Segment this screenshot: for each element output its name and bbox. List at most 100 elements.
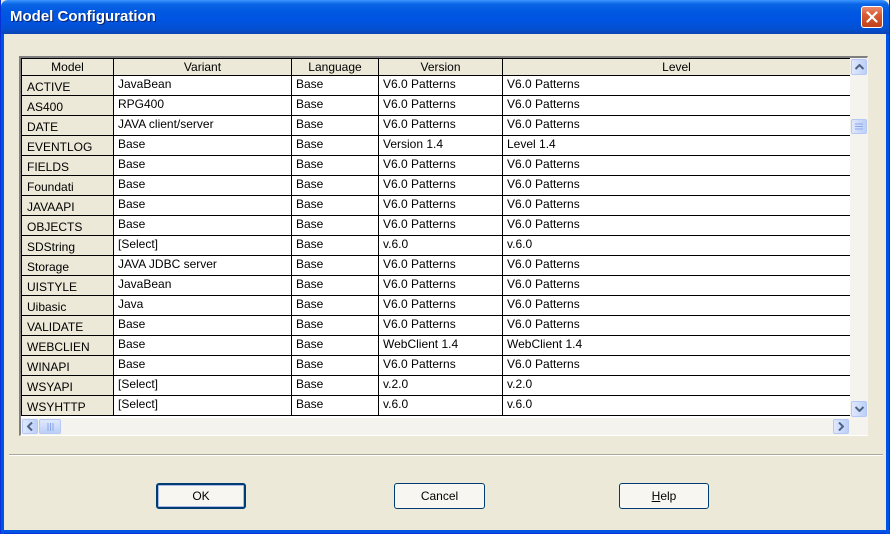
cell-version[interactable]: v.2.0 bbox=[378, 375, 503, 396]
cell-level[interactable]: V6.0 Patterns bbox=[502, 95, 851, 116]
cell-language[interactable]: Base bbox=[291, 155, 379, 176]
table-row[interactable]: Storage JAVA JDBC server Base V6.0 Patterns… bbox=[21, 255, 851, 276]
cell-level[interactable]: v.6.0 bbox=[502, 235, 851, 256]
cell-level[interactable]: V6.0 Patterns bbox=[502, 355, 851, 376]
cell-variant[interactable]: JavaBean bbox=[113, 275, 292, 296]
table-row[interactable]: WINAPI Base Base V6.0 Patterns V6.0 Patterns bbox=[21, 355, 851, 376]
cell-level[interactable]: V6.0 Patterns bbox=[502, 75, 851, 96]
cell-language[interactable]: Base bbox=[291, 355, 379, 376]
cell-variant[interactable]: [Select] bbox=[113, 235, 292, 256]
cell-language[interactable]: Base bbox=[291, 275, 379, 296]
cell-model[interactable]: DATE bbox=[21, 115, 114, 136]
cell-variant[interactable]: Base bbox=[113, 355, 292, 376]
table-row[interactable]: WSYAPI [Select] Base v.2.0 v.2.0 bbox=[21, 375, 851, 396]
cell-language[interactable]: Base bbox=[291, 335, 379, 356]
cell-level[interactable]: V6.0 Patterns bbox=[502, 215, 851, 236]
cell-variant[interactable]: Base bbox=[113, 215, 292, 236]
column-header-level[interactable]: Level bbox=[502, 58, 851, 76]
cell-version[interactable]: V6.0 Patterns bbox=[378, 175, 503, 196]
cell-variant[interactable]: Base bbox=[113, 175, 292, 196]
cell-level[interactable]: Level 1.4 bbox=[502, 135, 851, 156]
help-button[interactable]: Help bbox=[619, 483, 709, 509]
cell-language[interactable]: Base bbox=[291, 95, 379, 116]
horizontal-scrollbar[interactable] bbox=[21, 418, 868, 435]
table-row[interactable]: SDString [Select] Base v.6.0 v.6.0 bbox=[21, 235, 851, 256]
table-row[interactable]: AS400 RPG400 Base V6.0 Patterns V6.0 Pattern… bbox=[21, 95, 851, 116]
model-grid[interactable]: Model Variant Language Version Level ACT… bbox=[19, 56, 868, 436]
scroll-up-button[interactable] bbox=[851, 59, 867, 75]
vertical-scrollbar[interactable] bbox=[850, 58, 868, 418]
cancel-button[interactable]: Cancel bbox=[394, 483, 485, 509]
cell-model[interactable]: FIELDS bbox=[21, 155, 114, 176]
ok-button[interactable]: OK bbox=[156, 483, 246, 509]
cell-version[interactable]: V6.0 Patterns bbox=[378, 275, 503, 296]
cell-language[interactable]: Base bbox=[291, 195, 379, 216]
cell-level[interactable]: V6.0 Patterns bbox=[502, 195, 851, 216]
cell-level[interactable]: V6.0 Patterns bbox=[502, 275, 851, 296]
cell-version[interactable]: V6.0 Patterns bbox=[378, 255, 503, 276]
table-row[interactable]: UISTYLE JavaBean Base V6.0 Patterns V6.0 Pat… bbox=[21, 275, 851, 296]
close-button[interactable] bbox=[861, 6, 883, 28]
cell-version[interactable]: V6.0 Patterns bbox=[378, 315, 503, 336]
cell-variant[interactable]: [Select] bbox=[113, 395, 292, 416]
cell-model[interactable]: VALIDATE bbox=[21, 315, 114, 336]
cell-variant[interactable]: JAVA JDBC server bbox=[113, 255, 292, 276]
cell-version[interactable]: V6.0 Patterns bbox=[378, 75, 503, 96]
cell-model[interactable]: WSYAPI bbox=[21, 375, 114, 396]
cell-level[interactable]: V6.0 Patterns bbox=[502, 115, 851, 136]
table-row[interactable]: EVENTLOG Base Base Version 1.4 Level 1.4 bbox=[21, 135, 851, 156]
cell-variant[interactable]: [Select] bbox=[113, 375, 292, 396]
table-row[interactable]: OBJECTS Base Base V6.0 Patterns V6.0 Pattern… bbox=[21, 215, 851, 236]
cell-model[interactable]: Foundati bbox=[21, 175, 114, 196]
title-bar[interactable]: Model Configuration bbox=[1, 0, 889, 34]
cell-version[interactable]: v.6.0 bbox=[378, 235, 503, 256]
cell-version[interactable]: v.6.0 bbox=[378, 395, 503, 416]
cell-language[interactable]: Base bbox=[291, 395, 379, 416]
cell-model[interactable]: WEBCLIEN bbox=[21, 335, 114, 356]
table-row[interactable]: Uibasic Java Base V6.0 Patterns V6.0 Pattern… bbox=[21, 295, 851, 316]
cell-model[interactable]: JAVAAPI bbox=[21, 195, 114, 216]
vertical-scroll-thumb[interactable] bbox=[851, 119, 867, 134]
cell-language[interactable]: Base bbox=[291, 75, 379, 96]
cell-level[interactable]: V6.0 Patterns bbox=[502, 295, 851, 316]
cell-level[interactable]: V6.0 Patterns bbox=[502, 155, 851, 176]
cell-variant[interactable]: JavaBean bbox=[113, 75, 292, 96]
cell-model[interactable]: Storage bbox=[21, 255, 114, 276]
table-row[interactable]: ACTIVE JavaBean Base V6.0 Patterns V6.0 Patt… bbox=[21, 75, 851, 96]
column-header-variant[interactable]: Variant bbox=[113, 58, 292, 76]
cell-language[interactable]: Base bbox=[291, 175, 379, 196]
cell-version[interactable]: Version 1.4 bbox=[378, 135, 503, 156]
cell-language[interactable]: Base bbox=[291, 295, 379, 316]
cell-variant[interactable]: RPG400 bbox=[113, 95, 292, 116]
cell-level[interactable]: v.2.0 bbox=[502, 375, 851, 396]
cell-model[interactable]: AS400 bbox=[21, 95, 114, 116]
cell-model[interactable]: ACTIVE bbox=[21, 75, 114, 96]
cell-version[interactable]: V6.0 Patterns bbox=[378, 215, 503, 236]
cell-variant[interactable]: Base bbox=[113, 155, 292, 176]
scroll-down-button[interactable] bbox=[851, 401, 867, 417]
cell-language[interactable]: Base bbox=[291, 115, 379, 136]
cell-language[interactable]: Base bbox=[291, 375, 379, 396]
cell-model[interactable]: SDString bbox=[21, 235, 114, 256]
cell-model[interactable]: Uibasic bbox=[21, 295, 114, 316]
cell-variant[interactable]: Base bbox=[113, 315, 292, 336]
scroll-right-button[interactable] bbox=[833, 419, 849, 434]
table-row[interactable]: WSYHTTP [Select] Base v.6.0 v.6.0 bbox=[21, 395, 851, 416]
cell-model[interactable]: EVENTLOG bbox=[21, 135, 114, 156]
table-row[interactable]: DATE JAVA client/server Base V6.0 Patterns V… bbox=[21, 115, 851, 136]
horizontal-scroll-thumb[interactable] bbox=[39, 419, 61, 434]
cell-variant[interactable]: Base bbox=[113, 135, 292, 156]
cell-version[interactable]: WebClient 1.4 bbox=[378, 335, 503, 356]
cell-language[interactable]: Base bbox=[291, 235, 379, 256]
cell-model[interactable]: UISTYLE bbox=[21, 275, 114, 296]
cell-level[interactable]: V6.0 Patterns bbox=[502, 315, 851, 336]
cell-version[interactable]: V6.0 Patterns bbox=[378, 295, 503, 316]
cell-language[interactable]: Base bbox=[291, 215, 379, 236]
cell-variant[interactable]: JAVA client/server bbox=[113, 115, 292, 136]
scroll-left-button[interactable] bbox=[22, 419, 38, 434]
cell-variant[interactable]: Java bbox=[113, 295, 292, 316]
table-row[interactable]: JAVAAPI Base Base V6.0 Patterns V6.0 Pattern… bbox=[21, 195, 851, 216]
cell-level[interactable]: V6.0 Patterns bbox=[502, 175, 851, 196]
column-header-version[interactable]: Version bbox=[378, 58, 503, 76]
cell-version[interactable]: V6.0 Patterns bbox=[378, 155, 503, 176]
